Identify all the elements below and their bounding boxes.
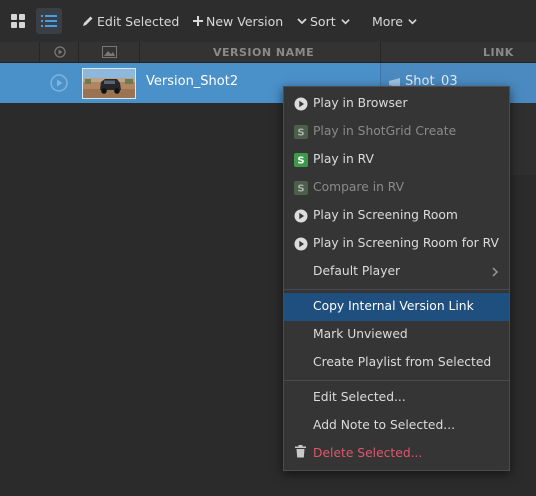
menu-item-label: Play in Screening Room for RV [313,236,499,250]
menu-item-delete-selected[interactable]: Delete Selected... [284,440,509,468]
list-view-button[interactable] [36,8,62,34]
menu-item-default-player[interactable]: Default Player [284,258,509,286]
chevron-right-icon [492,267,499,277]
edit-selected-button[interactable]: Edit Selected [82,11,179,31]
sort-chevron-icon [297,16,307,26]
menu-item-edit-selected[interactable]: Edit Selected... [284,384,509,412]
more-label: More [372,13,403,29]
shotgrid-rv-icon: S [294,181,308,195]
play-circle-icon [294,97,308,111]
image-icon [102,46,117,58]
chevron-down-icon [408,17,417,26]
menu-separator [284,289,509,290]
play-circle-icon [294,237,308,251]
thumbnail-image [83,69,135,98]
link-column-header[interactable]: LINK [483,42,514,62]
menu-separator [284,380,509,381]
version-thumbnail[interactable] [82,68,136,99]
menu-item-play-in-rv[interactable]: S Play in RV [284,146,509,174]
menu-item-add-note-to-selected[interactable]: Add Note to Selected... [284,412,509,440]
plus-icon [193,16,203,26]
menu-item-label: Play in RV [313,152,374,166]
menu-item-label: Delete Selected... [313,446,423,460]
menu-item-label: Copy Internal Version Link [313,299,474,313]
version-name-column-header[interactable]: VERSION NAME [213,42,314,62]
trash-icon [295,445,306,458]
svg-text:S: S [297,128,304,139]
menu-item-compare-in-rv[interactable]: S Compare in RV [284,174,509,202]
new-version-label: New Version [206,13,284,29]
sort-label: Sort [310,13,336,29]
column-divider [380,42,381,62]
menu-item-label: Play in ShotGrid Create [313,124,457,138]
menu-item-copy-internal-version-link[interactable]: Copy Internal Version Link [284,293,509,321]
grid-view-button[interactable] [5,8,31,34]
menu-item-play-in-screening-room[interactable]: Play in Screening Room [284,202,509,230]
column-divider [39,42,40,62]
grid-icon [11,14,25,28]
context-menu: Play in Browser S Play in ShotGrid Creat… [283,86,510,471]
menu-item-create-playlist-from-selected[interactable]: Create Playlist from Selected [284,349,509,377]
menu-item-label: Mark Unviewed [313,327,408,341]
menu-item-label: Compare in RV [313,180,405,194]
new-version-button[interactable]: New Version [193,11,283,31]
shotgrid-icon: S [294,125,308,139]
column-divider [139,42,140,62]
table-header: VERSION NAME LINK [0,42,536,63]
version-name[interactable]: Version_Shot2 [146,74,238,89]
menu-item-label: Play in Screening Room [313,208,458,222]
svg-text:S: S [297,184,304,195]
menu-item-label: Create Playlist from Selected [313,355,492,369]
play-circle-icon[interactable] [50,74,68,92]
play-column-header[interactable] [54,42,66,62]
play-circle-icon [294,209,308,223]
link-column-background [508,103,536,175]
menu-item-label: Default Player [313,264,401,278]
pencil-icon [82,15,94,27]
chevron-down-icon [340,17,350,26]
play-circle-icon [54,46,66,58]
toolbar: Edit Selected New Version Sort More [0,0,536,43]
more-button[interactable]: More [372,11,420,31]
menu-item-play-in-screening-room-for-rv[interactable]: Play in Screening Room for RV [284,230,509,258]
shotgrid-rv-icon: S [294,153,308,167]
menu-item-label: Add Note to Selected... [313,418,456,432]
menu-item-label: Edit Selected... [313,390,406,404]
list-icon [41,15,57,27]
column-divider [78,42,79,62]
menu-item-label: Play in Browser [313,96,408,110]
app-root: Edit Selected New Version Sort More VERS… [0,0,536,496]
menu-item-mark-unviewed[interactable]: Mark Unviewed [284,321,509,349]
sort-button[interactable]: Sort [297,11,353,31]
menu-item-play-in-shotgrid-create[interactable]: S Play in ShotGrid Create [284,118,509,146]
menu-item-play-in-browser[interactable]: Play in Browser [284,90,509,118]
svg-text:S: S [297,156,304,167]
thumbnail-column-header[interactable] [102,42,117,62]
edit-selected-label: Edit Selected [97,13,180,29]
